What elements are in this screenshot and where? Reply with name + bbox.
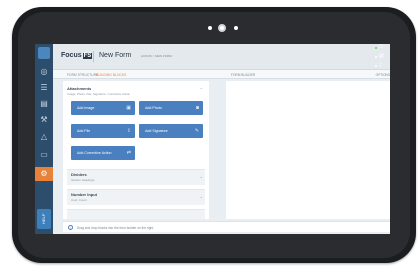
top-bar: Focus FS New Form ACNOS > NEW FORM bbox=[53, 44, 390, 70]
camera-icon: ◙ bbox=[195, 105, 199, 111]
button-label: Add Image bbox=[77, 106, 95, 110]
section-title: Attachments bbox=[67, 86, 92, 91]
camera-lens-icon bbox=[218, 24, 226, 32]
dashboard-icon[interactable]: ◎ bbox=[39, 67, 49, 77]
rail-item-settings[interactable]: ⚙ bbox=[35, 167, 53, 181]
add-photo-button[interactable]: Add Photo ◙ bbox=[139, 101, 203, 115]
footer-hint: Drag and drop blocks into the form build… bbox=[77, 225, 155, 230]
upload-icon: ⇪ bbox=[126, 128, 131, 134]
add-corrective-action-button[interactable]: Add Corrective Action ⇄ bbox=[71, 146, 135, 160]
tools-icon[interactable]: ⚒ bbox=[39, 115, 49, 125]
breadcrumb[interactable]: ACNOS > NEW FORM bbox=[141, 54, 172, 58]
options-link[interactable]: OPTIONS bbox=[376, 73, 390, 77]
brand-text: Focus bbox=[61, 52, 82, 59]
section-title: Dividers bbox=[71, 172, 87, 177]
brand-box: FS bbox=[82, 53, 93, 59]
status-dot-icon bbox=[375, 56, 377, 58]
form-builder-panel[interactable] bbox=[226, 81, 390, 219]
page-title: New Form bbox=[99, 52, 132, 59]
camera-dot-icon bbox=[208, 26, 212, 30]
number-input-section[interactable]: Number Input Cost, Count ⌄ bbox=[67, 189, 205, 205]
app-screen: ◎ ☰ ▤ ⚒ △ ▭ ⚙ HELP Focus FS New Form ACNO… bbox=[35, 44, 390, 234]
camera-bar bbox=[208, 21, 260, 37]
alert-icon[interactable]: △ bbox=[39, 132, 49, 142]
signature-icon: ✎ bbox=[194, 128, 199, 134]
brand-logo[interactable]: Focus FS bbox=[61, 52, 93, 59]
list-icon[interactable]: ☰ bbox=[39, 83, 49, 93]
footer-hint-bar: i Drag and drop blocks into the form bui… bbox=[63, 221, 390, 232]
section-subtitle: Cost, Count bbox=[71, 198, 87, 202]
add-signature-button[interactable]: Add Signature ✎ bbox=[139, 124, 203, 138]
title-divider bbox=[93, 51, 94, 62]
button-label: Add Photo bbox=[145, 106, 162, 110]
form-builder-title: FORM BUILDER bbox=[231, 73, 256, 77]
add-image-button[interactable]: Add Image ▣ bbox=[71, 101, 135, 115]
image-icon: ▣ bbox=[126, 105, 131, 111]
section-title: Number Input bbox=[71, 192, 97, 197]
storage-icon: ▤ bbox=[379, 53, 384, 59]
gear-icon: ⚙ bbox=[40, 169, 48, 178]
sensor-dot-icon bbox=[234, 26, 238, 30]
panel-headers: FORM STRUCTURE BUILDING BLOCKS FORM BUIL… bbox=[53, 70, 390, 79]
button-label: Add Corrective Action bbox=[77, 151, 112, 155]
building-blocks-panel: Attachments Image, Photo, File, Signatur… bbox=[63, 81, 209, 219]
shuffle-icon: ⇄ bbox=[126, 150, 131, 156]
chevron-down-icon[interactable]: ⌄ bbox=[200, 194, 203, 199]
device-frame: ◎ ☰ ▤ ⚒ △ ▭ ⚙ HELP Focus FS New Form ACNO… bbox=[0, 0, 420, 267]
battery-icon: ▯ bbox=[379, 62, 382, 68]
doc-icon[interactable]: ▤ bbox=[39, 99, 49, 109]
power-icon: ⏻ bbox=[379, 44, 383, 50]
section-subtitle: Section Headings bbox=[71, 178, 95, 182]
status-dot-icon bbox=[375, 47, 377, 49]
dividers-section[interactable]: Dividers Section Headings ⌄ bbox=[67, 169, 205, 185]
button-label: Add Signature bbox=[145, 129, 168, 133]
chat-icon[interactable]: ▭ bbox=[39, 150, 49, 160]
next-section[interactable] bbox=[67, 209, 205, 219]
attachments-section: Attachments Image, Photo, File, Signatur… bbox=[67, 86, 205, 166]
button-label: Add File bbox=[77, 129, 91, 133]
status-dot-icon bbox=[375, 65, 377, 67]
chevron-up-icon[interactable]: ⌃ bbox=[200, 87, 203, 92]
tab-form-structure[interactable]: FORM STRUCTURE bbox=[67, 73, 98, 77]
section-subtitle: Image, Photo, File, Signature, Correctiv… bbox=[67, 92, 131, 96]
nav-rail: ◎ ☰ ▤ ⚒ △ ▭ ⚙ HELP bbox=[35, 44, 53, 234]
app-logo-icon[interactable] bbox=[38, 47, 50, 59]
chevron-down-icon[interactable]: ⌄ bbox=[200, 174, 203, 179]
help-tab[interactable]: HELP bbox=[37, 209, 51, 229]
info-icon: i bbox=[68, 225, 73, 230]
tab-building-blocks[interactable]: BUILDING BLOCKS bbox=[96, 73, 126, 77]
add-file-button[interactable]: Add File ⇪ bbox=[71, 124, 135, 138]
